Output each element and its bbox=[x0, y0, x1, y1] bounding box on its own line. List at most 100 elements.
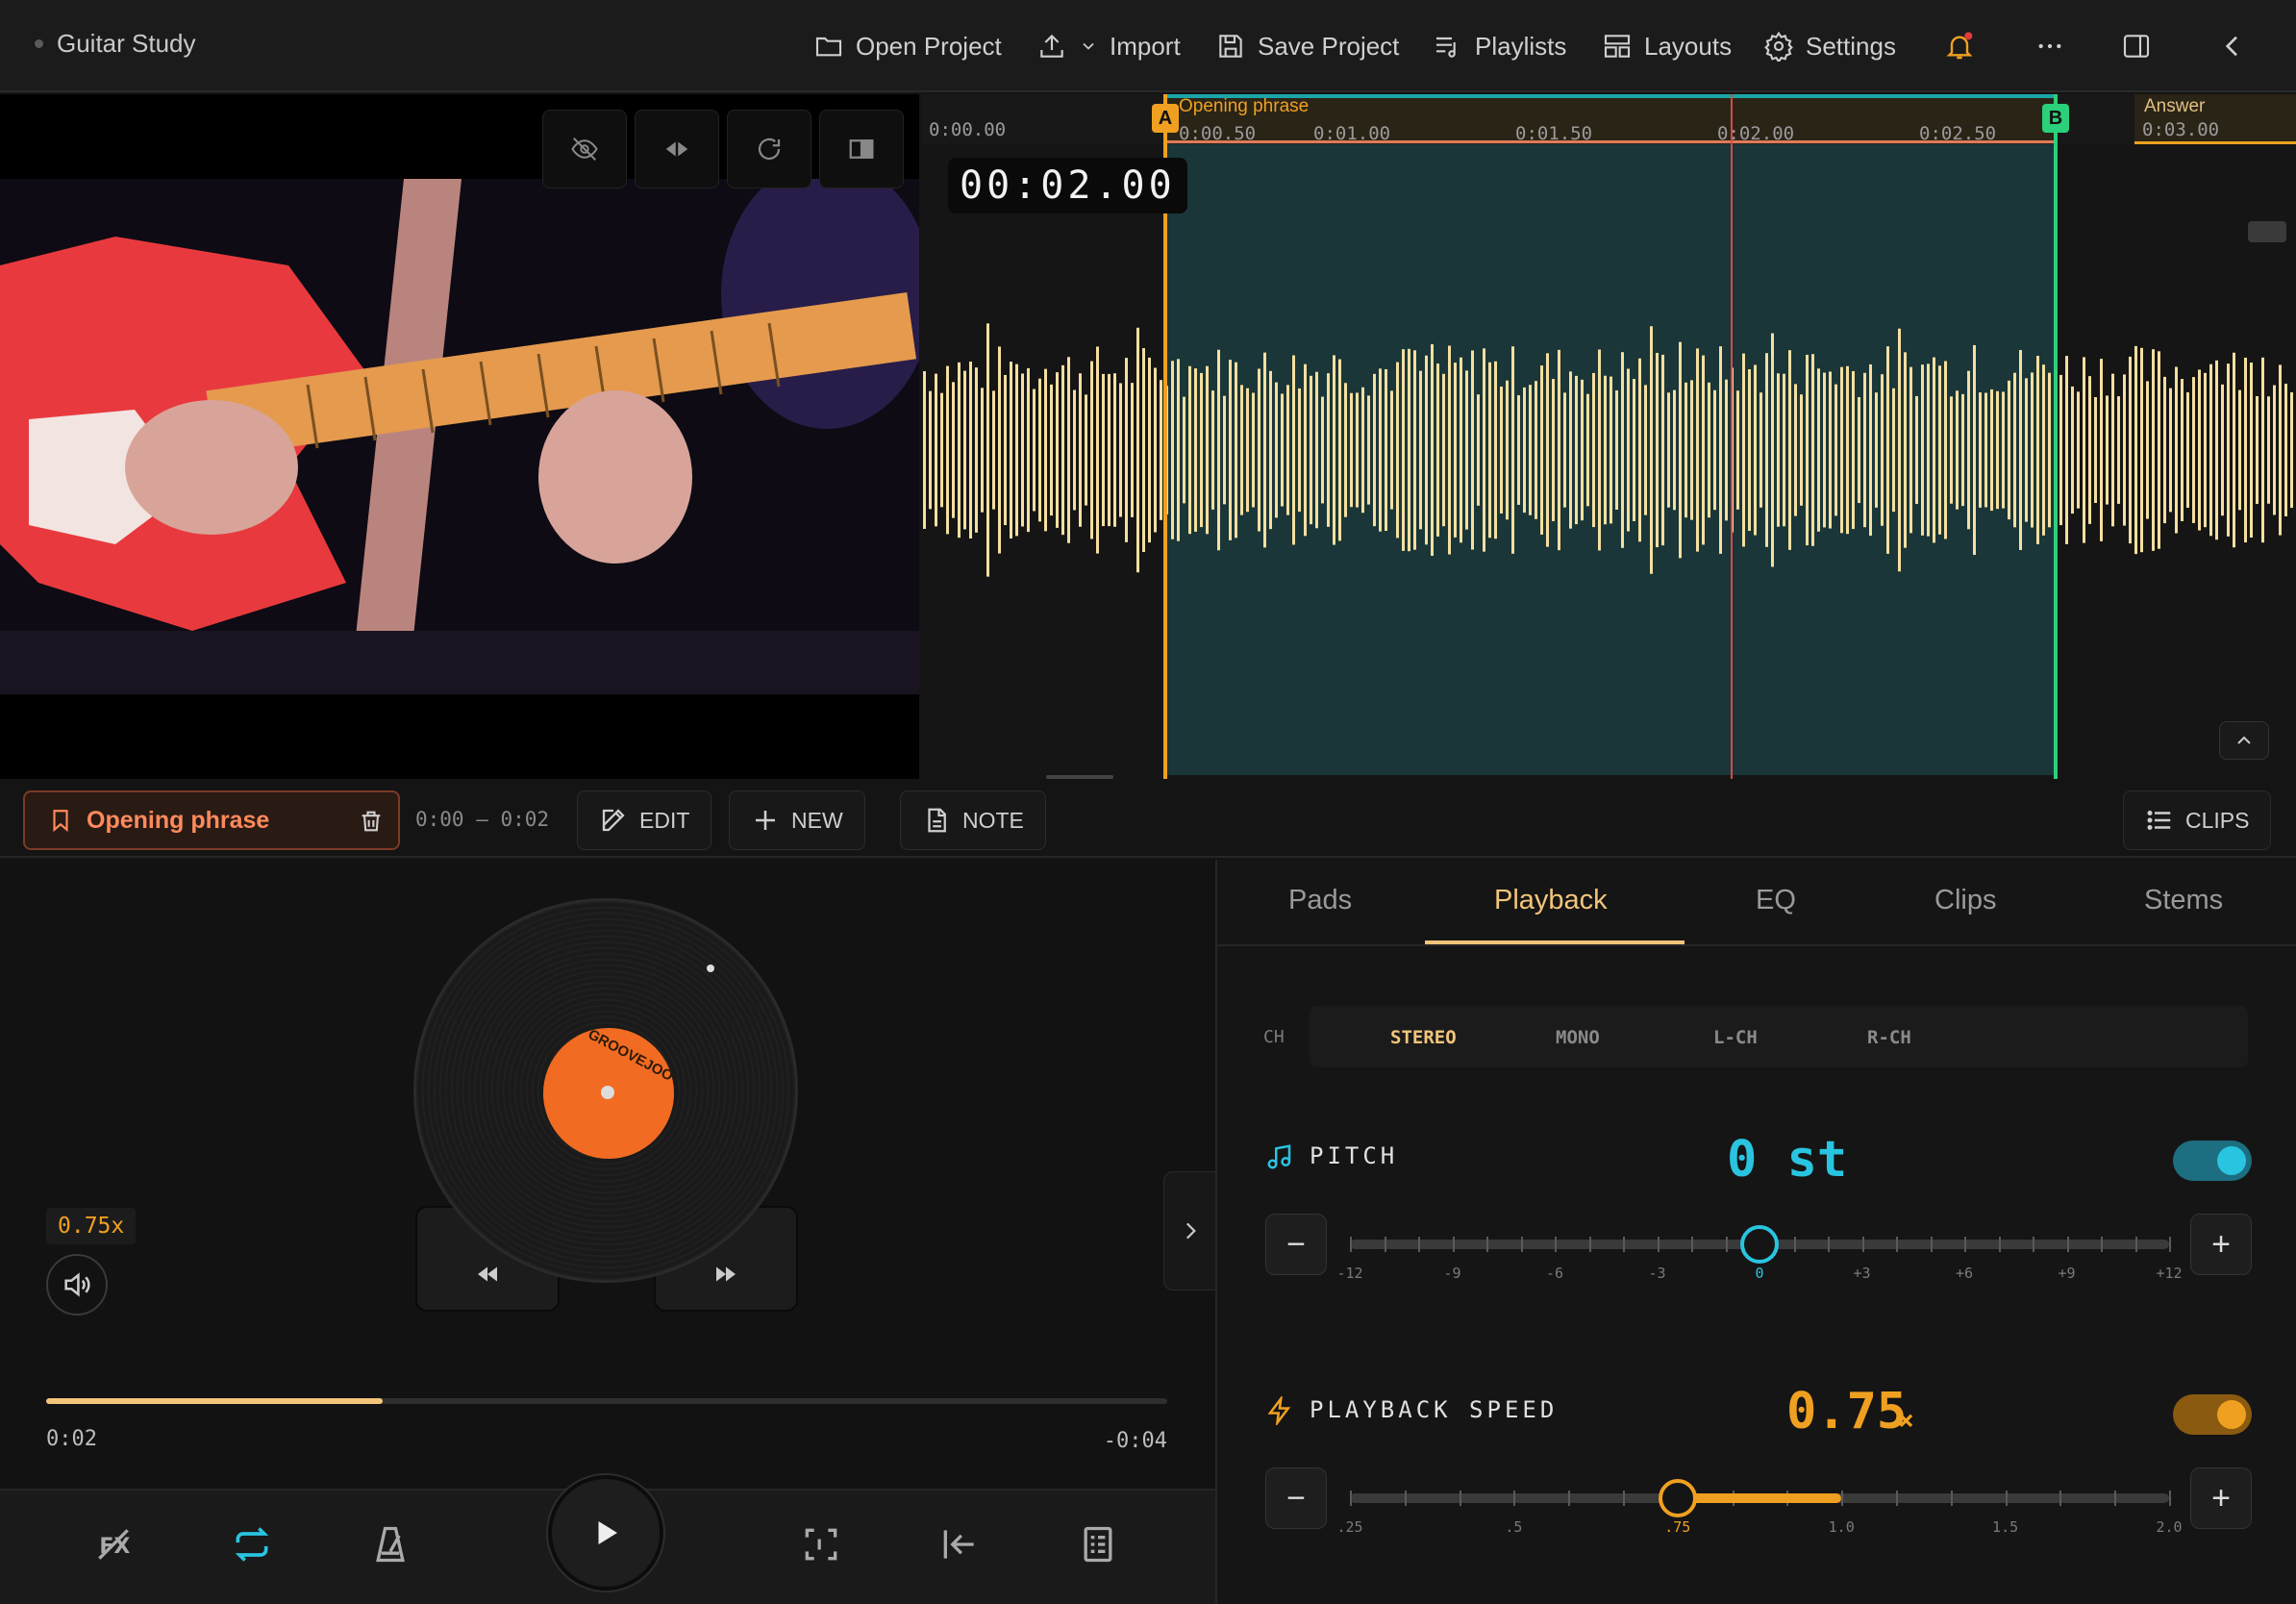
waveform-bar bbox=[1044, 368, 1047, 532]
pitch-value: 0 st bbox=[1727, 1131, 1848, 1189]
waveform-bar bbox=[1933, 357, 1935, 543]
slider-knob[interactable] bbox=[1658, 1479, 1697, 1517]
slider-tick bbox=[1896, 1237, 1898, 1252]
clips-button[interactable]: CLIPS bbox=[2123, 790, 2272, 850]
pitch-decrease-button[interactable]: − bbox=[1265, 1214, 1327, 1275]
music-note-icon bbox=[1267, 1144, 1291, 1169]
slider-tick bbox=[1350, 1491, 1352, 1506]
marker-a-flag[interactable]: A bbox=[1152, 104, 1179, 133]
waveform-bar bbox=[1846, 365, 1849, 535]
skip-to-start-icon bbox=[943, 1530, 974, 1559]
waveform-bar bbox=[1373, 373, 1376, 527]
chevron-up-icon bbox=[2237, 736, 2251, 744]
edit-section-button[interactable]: EDIT bbox=[577, 790, 712, 850]
pitch-toggle[interactable] bbox=[2173, 1140, 2252, 1181]
waveform-bar bbox=[1471, 350, 1474, 550]
open-project-button[interactable]: Open Project bbox=[813, 25, 1002, 67]
waveform-bar bbox=[1759, 392, 1762, 508]
slider-tick bbox=[1861, 1237, 1864, 1252]
tab-stems[interactable]: Stems bbox=[2144, 885, 2223, 916]
tab-pads[interactable]: Pads bbox=[1288, 885, 1352, 916]
current-section-chip[interactable]: Opening phrase bbox=[23, 790, 400, 850]
waveform-bar bbox=[2025, 378, 2028, 522]
waveform-bar bbox=[963, 370, 966, 530]
import-button[interactable]: Import bbox=[1036, 25, 1181, 67]
waveform-bar bbox=[2042, 364, 2045, 536]
speed-slider[interactable] bbox=[1350, 1491, 2171, 1506]
next-region-header[interactable]: Answer 0:03.00 bbox=[2134, 94, 2296, 144]
tab-clips[interactable]: Clips bbox=[1934, 885, 1996, 916]
volume-button[interactable] bbox=[46, 1254, 108, 1316]
new-section-button[interactable]: NEW bbox=[729, 790, 865, 850]
tab-playback[interactable]: Playback bbox=[1494, 885, 1608, 916]
waveform-bar bbox=[1361, 387, 1364, 514]
slider-knob[interactable] bbox=[1740, 1225, 1779, 1264]
hide-video-button[interactable] bbox=[542, 110, 627, 188]
pitch-toggle-knob bbox=[2217, 1146, 2246, 1175]
settings-button[interactable]: Settings bbox=[1763, 25, 1896, 67]
channel-option-mono[interactable]: MONO bbox=[1556, 1027, 1600, 1048]
horizontal-scrollbar[interactable] bbox=[1046, 775, 1113, 779]
layouts-button[interactable]: Layouts bbox=[1602, 25, 1732, 67]
pitch-increase-button[interactable]: + bbox=[2190, 1214, 2252, 1275]
note-button[interactable]: NOTE bbox=[900, 790, 1046, 850]
waveform-bar bbox=[1252, 392, 1255, 508]
channel-option-stereo[interactable]: STEREO bbox=[1390, 1027, 1457, 1048]
channel-option-right[interactable]: R-CH bbox=[1867, 1027, 1911, 1048]
waveform-bar bbox=[1390, 390, 1393, 510]
marker-b-flag[interactable]: B bbox=[2042, 104, 2069, 133]
waveform-bar bbox=[1909, 366, 1912, 534]
speed-toggle[interactable] bbox=[2173, 1394, 2252, 1435]
waveform-bar bbox=[1102, 373, 1105, 527]
loop-end-marker[interactable] bbox=[2054, 94, 2058, 779]
progress-bar[interactable] bbox=[46, 1398, 1167, 1404]
waveform-bar bbox=[1079, 373, 1082, 527]
tab-eq[interactable]: EQ bbox=[1756, 885, 1796, 916]
waveform-bar bbox=[1223, 395, 1226, 505]
waveform-bar bbox=[1863, 372, 1866, 528]
waveform-bar bbox=[1956, 390, 1959, 510]
save-project-button[interactable]: Save Project bbox=[1215, 25, 1399, 67]
new-label: NEW bbox=[791, 807, 843, 833]
waveform-bar bbox=[1927, 363, 1930, 537]
ruler-label: 0:00.00 bbox=[929, 119, 1007, 140]
waveform-bar bbox=[2279, 364, 2282, 536]
waveform-bar bbox=[2158, 351, 2160, 549]
collapse-waveform-button[interactable] bbox=[2219, 721, 2269, 760]
waveform-pane[interactable]: 0:00.00 Opening phrase 0:00.50 0:01.00 0… bbox=[921, 94, 2296, 779]
layouts-label: Layouts bbox=[1644, 31, 1733, 61]
vinyl-record[interactable]: GROOVEJOO bbox=[413, 898, 798, 1283]
speed-increase-button[interactable]: + bbox=[2190, 1467, 2252, 1529]
waveform-bar bbox=[1990, 388, 1993, 512]
rotate-video-button[interactable] bbox=[727, 110, 811, 188]
loop-button[interactable] bbox=[223, 1516, 281, 1573]
play-button[interactable] bbox=[548, 1475, 663, 1591]
waveform-bar bbox=[2227, 363, 2230, 537]
fx-toggle-button[interactable]: FX bbox=[85, 1516, 142, 1573]
waveform-bar bbox=[1327, 373, 1330, 527]
metronome-button[interactable] bbox=[362, 1516, 419, 1573]
speaker-icon bbox=[64, 1272, 90, 1297]
more-button[interactable] bbox=[2034, 25, 2065, 67]
loop-region-header[interactable]: Opening phrase 0:00.50 0:01.00 0:01.50 0… bbox=[1165, 94, 2056, 144]
focus-region-button[interactable] bbox=[792, 1516, 850, 1573]
zoom-handle[interactable] bbox=[2248, 221, 2286, 242]
waveform-bar bbox=[2083, 357, 2085, 543]
playhead[interactable] bbox=[1731, 94, 1733, 779]
mirror-video-button[interactable] bbox=[635, 110, 719, 188]
trash-icon[interactable] bbox=[358, 808, 385, 835]
notes-button[interactable] bbox=[1069, 1516, 1127, 1573]
video-layout-button[interactable] bbox=[819, 110, 904, 188]
expand-panel-button[interactable] bbox=[1163, 1171, 1217, 1291]
video-frame[interactable] bbox=[0, 179, 919, 694]
sidebar-toggle-button[interactable] bbox=[2121, 25, 2152, 67]
speed-decrease-button[interactable]: − bbox=[1265, 1467, 1327, 1529]
playlists-button[interactable]: Playlists bbox=[1433, 25, 1566, 67]
waveform-bar bbox=[1800, 394, 1803, 506]
back-button[interactable] bbox=[2217, 25, 2248, 67]
waveform-bar bbox=[946, 365, 949, 535]
channel-option-left[interactable]: L-CH bbox=[1713, 1027, 1758, 1048]
notifications-button[interactable] bbox=[1944, 25, 1975, 67]
return-to-start-button[interactable] bbox=[931, 1516, 988, 1573]
slider-scale-label: -9 bbox=[1443, 1265, 1461, 1282]
